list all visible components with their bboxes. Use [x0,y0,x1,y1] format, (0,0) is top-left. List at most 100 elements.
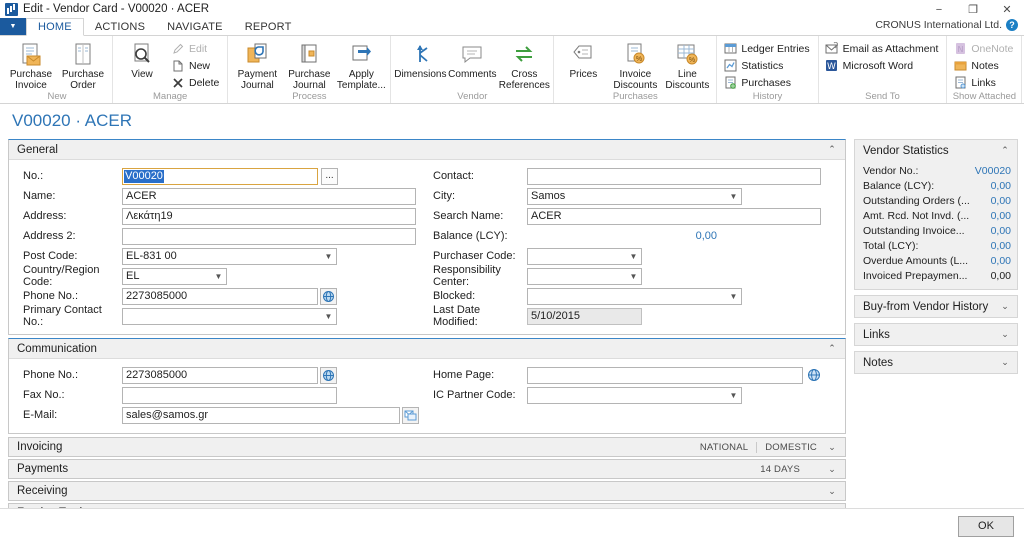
post-code-combo[interactable]: EL-831 00 ▼ [122,247,337,265]
blocked-combo[interactable]: ▼ [527,287,742,305]
close-button[interactable]: ✕ [990,0,1024,19]
stat-value[interactable]: 0,00 [991,180,1011,192]
help-icon[interactable]: ? [1006,19,1018,31]
ok-button[interactable]: OK [958,515,1014,537]
fasttab-receiving[interactable]: Receiving ⌄ [8,481,846,501]
fasttab-communication-header[interactable]: Communication ⌃ [9,339,845,359]
line-discounts-button[interactable]: % Line Discounts [661,38,713,91]
no-lookup-button[interactable]: ... [321,167,338,185]
links-button[interactable]: Links [950,74,1018,91]
fasttab-payments-title: Payments [17,463,69,475]
chevron-down-icon[interactable]: ▼ [211,272,226,281]
city-combo[interactable]: Samos ▼ [527,187,742,205]
address2-input[interactable] [122,227,416,245]
chevron-down-icon[interactable]: ⌄ [998,301,1012,312]
stat-value[interactable]: V00020 [975,165,1011,177]
home-page-open-button[interactable] [805,367,822,384]
minimize-button[interactable]: − [922,0,956,19]
fax-input[interactable] [122,386,337,404]
tab-actions[interactable]: ACTIONS [84,18,156,35]
chevron-up-icon[interactable]: ⌃ [998,145,1012,156]
factbox-links[interactable]: Links ⌄ [854,323,1018,346]
comm-phone-input[interactable] [122,366,318,384]
comm-phone-dial-button[interactable] [320,366,337,384]
purchases-history-button[interactable]: Purchases [720,74,814,91]
apply-template-button[interactable]: Apply Template... [335,38,387,91]
microsoft-word-button[interactable]: W Microsoft Word [822,57,944,74]
factbox-buy-from-vendor-history-header[interactable]: Buy-from Vendor History ⌄ [855,296,1017,317]
fasttab-payments[interactable]: Payments 14 DAYS ⌄ [8,459,846,479]
chevron-down-icon[interactable]: ▼ [726,292,741,301]
responsibility-combo[interactable]: ▼ [527,267,642,285]
tab-home[interactable]: HOME [26,18,84,36]
onenote-button[interactable]: N OneNote [950,40,1018,57]
factbox-column: Vendor Statistics ⌃ Vendor No.: V00020 B… [854,139,1018,525]
svg-text:%: % [689,57,695,64]
stat-value[interactable]: 0,00 [991,195,1011,207]
stat-value[interactable]: 0,00 [991,210,1011,222]
edit-button[interactable]: Edit [168,40,224,57]
contact-input[interactable] [527,167,821,185]
comments-button[interactable]: Comments [446,38,498,80]
chevron-down-icon[interactable]: ⌄ [998,329,1012,340]
stat-value[interactable]: 0,00 [991,255,1011,267]
ledger-entries-button[interactable]: Ledger Entries [720,40,814,57]
phone-dial-button[interactable] [320,287,337,305]
new-button[interactable]: New [168,57,224,74]
tab-report[interactable]: REPORT [234,18,303,35]
chevron-down-icon[interactable]: ▼ [626,252,641,261]
fasttab-general-header[interactable]: General ⌃ [9,140,845,160]
address-input[interactable] [122,207,416,225]
invoice-discounts-button[interactable]: % Invoice Discounts [609,38,661,91]
statistics-button[interactable]: Statistics [720,57,814,74]
email-send-button[interactable] [402,406,419,424]
stat-value[interactable]: 0,00 [991,225,1011,237]
phone-input[interactable] [122,287,318,305]
factbox-buy-from-vendor-history[interactable]: Buy-from Vendor History ⌄ [854,295,1018,318]
chevron-down-icon[interactable]: ▼ [321,252,336,261]
ic-partner-combo[interactable]: ▼ [527,386,742,404]
factbox-notes[interactable]: Notes ⌄ [854,351,1018,374]
factbox-vendor-statistics-header[interactable]: Vendor Statistics ⌃ [855,140,1017,161]
email-as-attachment-button[interactable]: Email as Attachment [822,40,944,57]
chevron-up-icon[interactable]: ⌃ [825,343,839,354]
factbox-links-header[interactable]: Links ⌄ [855,324,1017,345]
ribbon-menu-button[interactable]: ▼ [0,18,26,35]
payment-journal-button[interactable]: Payment Journal [231,38,283,91]
purchase-journal-button[interactable]: Purchase Journal [283,38,335,91]
purchase-invoice-button[interactable]: Purchase Invoice [5,38,57,91]
payment-journal-icon [244,41,270,68]
dimensions-button[interactable]: Dimensions [394,38,446,80]
chevron-up-icon[interactable]: ⌃ [825,144,839,155]
search-name-input[interactable] [527,207,821,225]
factbox-vendor-statistics-title: Vendor Statistics [863,144,949,157]
delete-button[interactable]: Delete [168,74,224,91]
balance-label: Balance (LCY): [433,230,508,242]
chevron-down-icon[interactable]: ▼ [726,391,741,400]
prices-button[interactable]: Prices [557,38,609,80]
tab-navigate[interactable]: NAVIGATE [156,18,234,35]
home-page-input[interactable] [527,366,803,384]
chevron-down-icon[interactable]: ⌄ [998,357,1012,368]
name-input[interactable] [122,187,416,205]
purchaser-combo[interactable]: ▼ [527,247,642,265]
email-input[interactable] [122,406,400,424]
fasttab-invoicing[interactable]: Invoicing NATIONAL DOMESTIC ⌄ [8,437,846,457]
maximize-button[interactable]: ❐ [956,0,990,19]
chevron-down-icon[interactable]: ▼ [626,272,641,281]
balance-value-link[interactable]: 0,00 [696,230,717,242]
cross-references-button[interactable]: Cross References [498,38,550,91]
factbox-notes-header[interactable]: Notes ⌄ [855,352,1017,373]
field-row-email: E-Mail: [9,405,427,425]
stat-value[interactable]: 0,00 [991,240,1011,252]
chevron-down-icon[interactable]: ⌄ [825,442,839,453]
chevron-down-icon[interactable]: ⌄ [825,464,839,475]
notes-button[interactable]: Notes [950,57,1018,74]
purchase-order-button[interactable]: Purchase Order [57,38,109,91]
chevron-down-icon[interactable]: ▼ [321,312,336,321]
country-combo[interactable]: EL ▼ [122,267,227,285]
view-button[interactable]: View [116,38,168,80]
chevron-down-icon[interactable]: ⌄ [825,486,839,497]
primary-contact-combo[interactable]: ▼ [122,307,337,325]
chevron-down-icon[interactable]: ▼ [726,192,741,201]
